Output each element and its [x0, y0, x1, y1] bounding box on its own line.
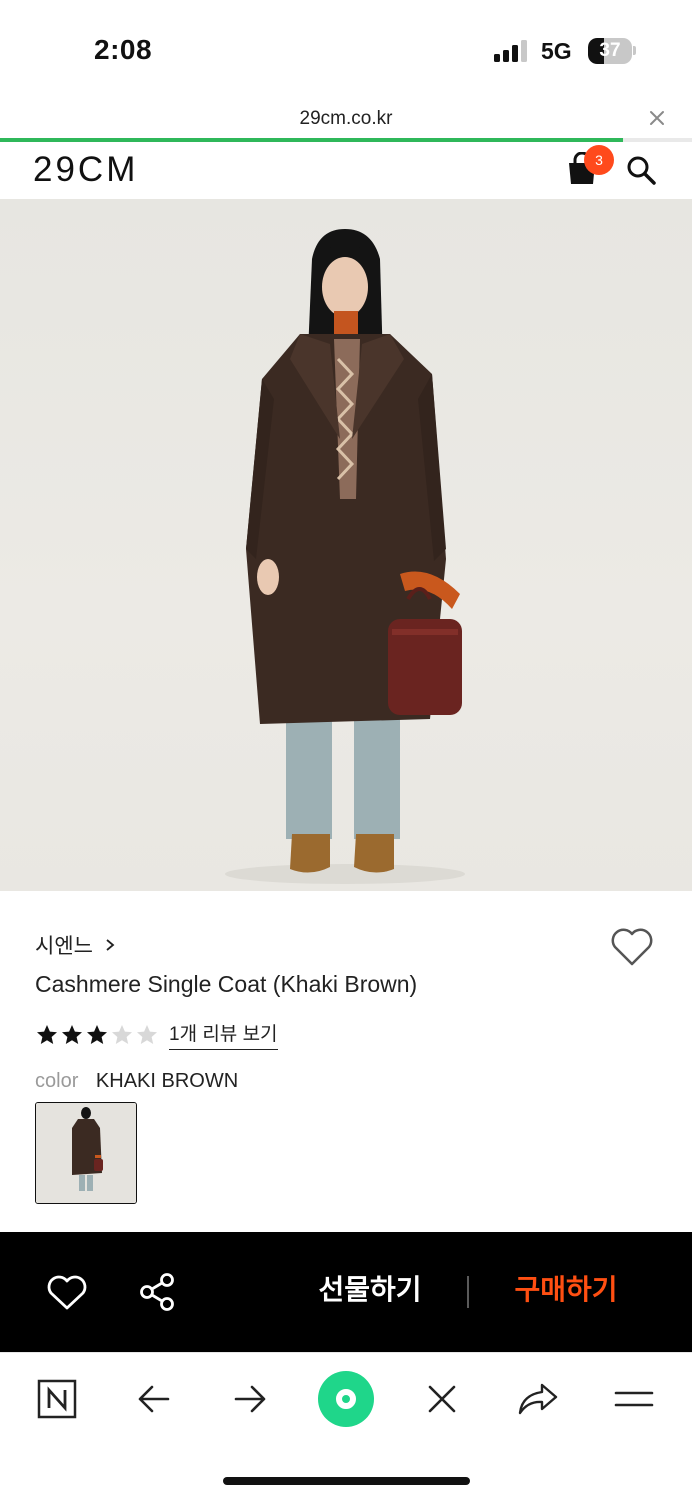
product-name: Cashmere Single Coat (Khaki Brown): [35, 971, 418, 997]
share-arrow-icon: [518, 1383, 558, 1415]
network-type: 5G: [541, 38, 572, 64]
brand-link[interactable]: 시엔느: [35, 930, 117, 960]
search-icon[interactable]: [625, 154, 657, 186]
gift-button[interactable]: 선물하기: [300, 1268, 440, 1308]
thumbnail-illustration: [36, 1103, 136, 1203]
star-empty-icon: [137, 1024, 157, 1044]
review-link[interactable]: 1개 리뷰 보기: [169, 1019, 278, 1050]
share-page-button[interactable]: [514, 1375, 562, 1423]
star-filled-icon: [37, 1024, 57, 1044]
battery-level: 37: [599, 40, 621, 61]
naver-n-icon: [37, 1379, 77, 1419]
color-value: KHAKI BROWN: [95, 1070, 239, 1092]
star-filled-icon: [62, 1024, 82, 1044]
star-rating: [35, 1023, 159, 1047]
forward-button[interactable]: [226, 1375, 274, 1423]
share-icon[interactable]: [138, 1272, 176, 1312]
color-row: color KHAKI BROWN: [35, 1070, 238, 1093]
product-photo-illustration: [225, 229, 465, 884]
brand-name: 시엔느: [35, 935, 93, 958]
star-empty-icon: [112, 1024, 132, 1044]
battery-icon: 37: [588, 38, 632, 64]
home-indicator: [223, 1477, 470, 1485]
close-tab-button[interactable]: [418, 1375, 466, 1423]
purchase-action-bar: 선물하기 구매하기: [0, 1232, 692, 1352]
signal-icon: [494, 40, 527, 62]
url-text[interactable]: 29cm.co.kr: [0, 108, 692, 130]
heart-icon[interactable]: [46, 1274, 88, 1312]
product-image[interactable]: [0, 199, 692, 891]
action-divider: [467, 1276, 469, 1308]
back-arrow-icon: [138, 1385, 170, 1413]
url-bar[interactable]: 29cm.co.kr: [0, 100, 692, 138]
heart-icon[interactable]: [609, 926, 655, 968]
status-bar: 2:08 5G 37: [0, 0, 692, 100]
close-icon: [428, 1385, 456, 1413]
site-logo[interactable]: 29CM: [33, 150, 138, 190]
chevron-right-icon: [106, 939, 115, 951]
cart-count-badge: 3: [584, 145, 614, 175]
forward-arrow-icon: [234, 1385, 266, 1413]
site-header: 29CM 3: [0, 142, 692, 199]
menu-button[interactable]: [610, 1375, 658, 1423]
rating-row: 1개 리뷰 보기: [35, 1019, 278, 1050]
star-filled-icon: [87, 1024, 107, 1044]
close-icon[interactable]: [646, 107, 668, 129]
color-label: color: [35, 1070, 79, 1092]
back-button[interactable]: [130, 1375, 178, 1423]
naver-n-button[interactable]: [33, 1375, 81, 1423]
home-circle-inner: [336, 1389, 356, 1409]
status-time: 2:08: [94, 34, 153, 65]
home-circle-icon[interactable]: [318, 1371, 374, 1427]
menu-icon: [614, 1391, 654, 1407]
buy-button[interactable]: 구매하기: [496, 1268, 636, 1308]
battery-cap: [633, 46, 636, 55]
color-option-thumbnail[interactable]: [35, 1102, 137, 1204]
